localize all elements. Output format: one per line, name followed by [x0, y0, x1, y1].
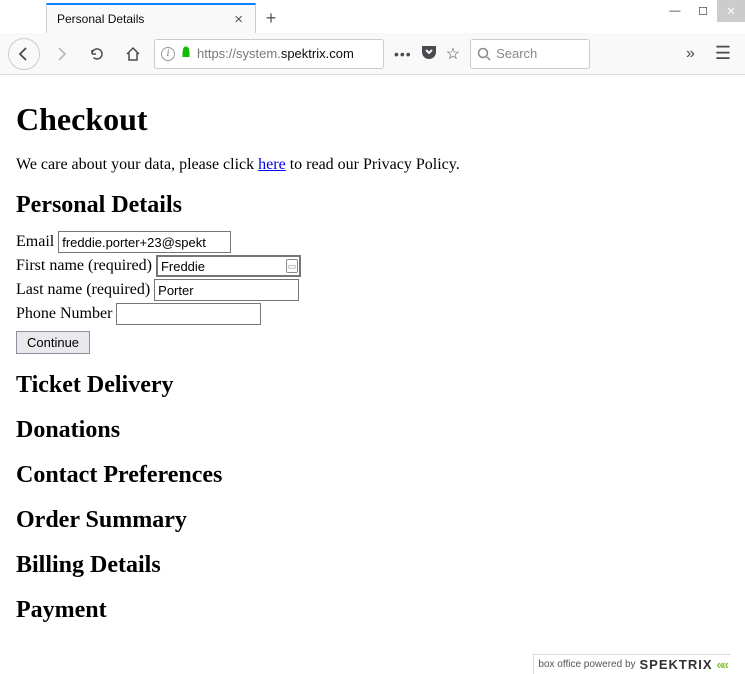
first-name-label: First name (required): [16, 257, 152, 275]
brand-chevron-icon: ««: [717, 657, 727, 672]
email-field[interactable]: [58, 231, 231, 253]
phone-field[interactable]: [116, 303, 261, 325]
last-name-row: Last name (required): [16, 279, 729, 301]
url-bar[interactable]: i https://system.spektrix.com: [154, 39, 384, 69]
section-donations: Donations: [16, 417, 729, 444]
window-titlebar: Personal Details × + — ☐ ✕: [0, 0, 745, 33]
last-name-field[interactable]: [154, 279, 299, 301]
phone-row: Phone Number: [16, 303, 729, 325]
arrow-left-icon: [16, 46, 32, 62]
section-payment: Payment: [16, 597, 729, 624]
privacy-text-pre: We care about your data, please click: [16, 156, 258, 173]
url-subdomain: system.: [236, 46, 281, 61]
last-name-label: Last name (required): [16, 281, 150, 299]
section-contact-preferences: Contact Preferences: [16, 462, 729, 489]
privacy-notice: We care about your data, please click he…: [16, 156, 729, 174]
browser-tab[interactable]: Personal Details ×: [46, 3, 256, 33]
section-personal-details: Personal Details: [16, 192, 729, 219]
forward-button: [46, 39, 76, 69]
footer-brand: SPEKTRIX: [640, 657, 713, 672]
app-menu-icon[interactable]: ☰: [709, 43, 737, 64]
footer-text: box office powered by: [538, 659, 635, 670]
url-host: spektrix.com: [281, 46, 354, 61]
window-controls: — ☐ ✕: [661, 0, 745, 22]
page-actions-menu-icon[interactable]: •••: [394, 46, 412, 62]
page-actions: ••• ☆: [390, 44, 464, 64]
minimize-button[interactable]: —: [661, 0, 689, 22]
privacy-link[interactable]: here: [258, 156, 286, 173]
url-text: https://system.spektrix.com: [197, 46, 354, 61]
lock-icon: [180, 46, 192, 61]
back-button[interactable]: [8, 38, 40, 70]
email-row: Email: [16, 231, 729, 253]
search-bar[interactable]: Search: [470, 39, 590, 69]
search-icon: [477, 47, 491, 61]
search-placeholder: Search: [496, 46, 537, 61]
section-billing-details: Billing Details: [16, 552, 729, 579]
home-button[interactable]: [118, 39, 148, 69]
page-title: Checkout: [16, 101, 729, 138]
tab-title: Personal Details: [57, 12, 232, 26]
nav-toolbar: i https://system.spektrix.com ••• ☆ Sear…: [0, 33, 745, 75]
first-name-row: First name (required) ▭: [16, 255, 729, 277]
email-label: Email: [16, 233, 54, 251]
home-icon: [125, 46, 141, 62]
close-window-button[interactable]: ✕: [717, 0, 745, 22]
continue-button[interactable]: Continue: [16, 331, 90, 354]
page-viewport[interactable]: Checkout We care about your data, please…: [0, 75, 745, 674]
powered-by-footer: box office powered by SPEKTRIX ««: [533, 654, 731, 674]
toolbar-overflow-icon[interactable]: »: [678, 45, 703, 63]
site-info-icon[interactable]: i: [161, 47, 175, 61]
phone-label: Phone Number: [16, 305, 112, 323]
new-tab-button[interactable]: +: [256, 3, 286, 33]
pocket-icon[interactable]: [420, 44, 438, 63]
tab-strip: Personal Details × +: [0, 0, 286, 33]
reload-icon: [89, 46, 105, 62]
url-scheme: https://: [197, 46, 236, 61]
first-name-field[interactable]: [156, 255, 301, 277]
section-order-summary: Order Summary: [16, 507, 729, 534]
close-tab-icon[interactable]: ×: [232, 11, 245, 28]
maximize-button[interactable]: ☐: [689, 0, 717, 22]
section-ticket-delivery: Ticket Delivery: [16, 372, 729, 399]
privacy-text-post: to read our Privacy Policy.: [286, 156, 460, 173]
bookmark-star-icon[interactable]: ☆: [446, 44, 460, 64]
arrow-right-icon: [53, 46, 69, 62]
reload-button[interactable]: [82, 39, 112, 69]
